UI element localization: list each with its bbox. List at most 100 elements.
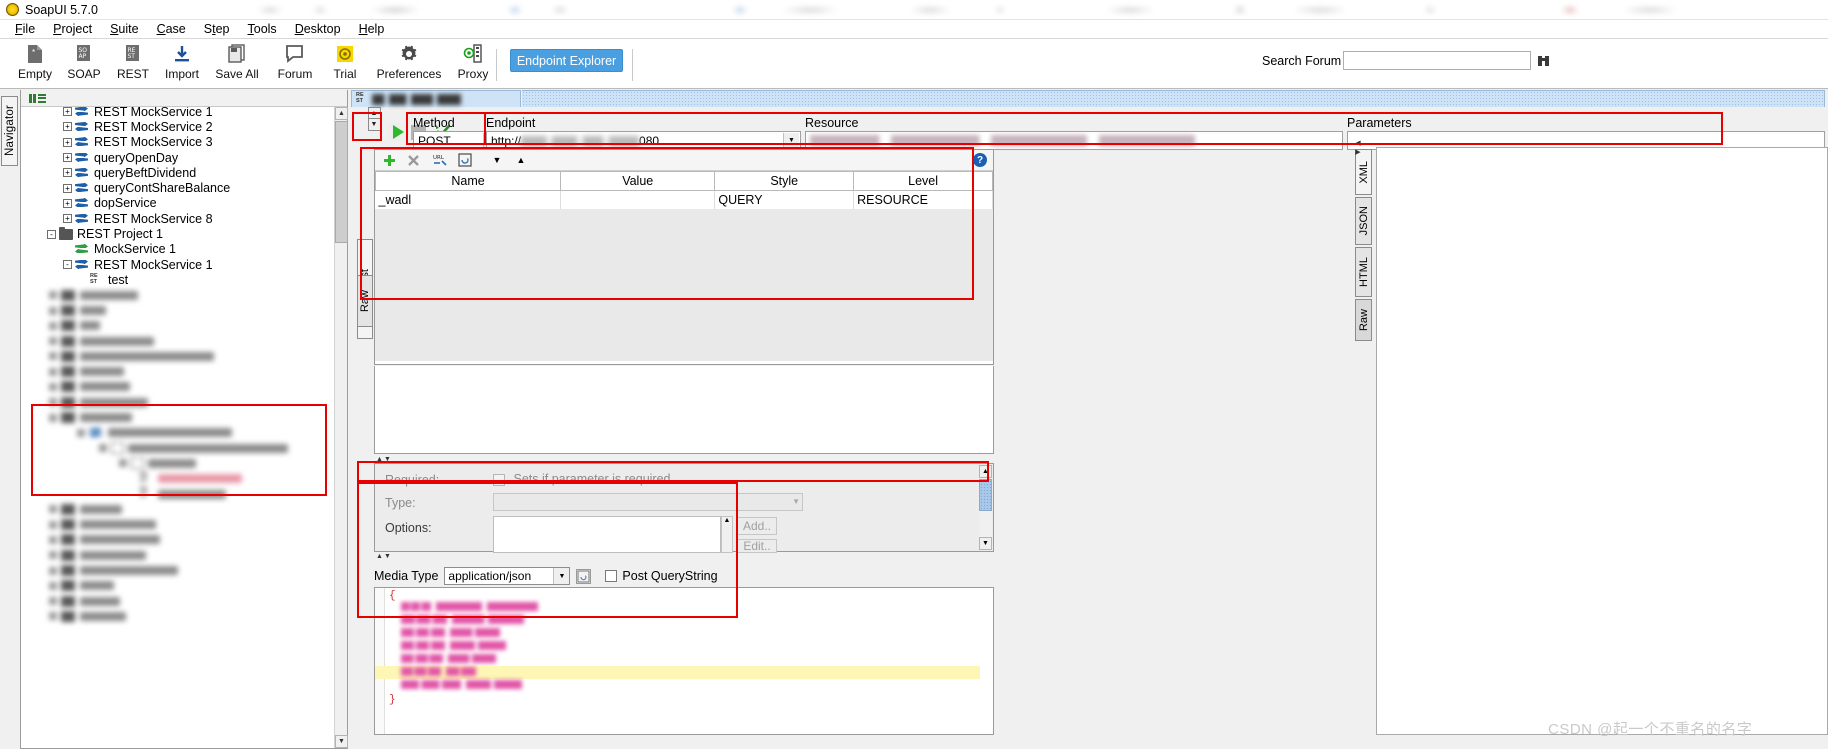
binoculars-icon[interactable] xyxy=(1535,52,1551,69)
tree-item-blurred[interactable] xyxy=(21,609,347,624)
options-edit-button[interactable]: Edit.. xyxy=(737,539,777,553)
tab-raw-request[interactable]: Raw xyxy=(357,275,373,327)
tree-item-blurred-request-2[interactable]: RE ST xyxy=(21,486,347,501)
tree-item-blurred[interactable] xyxy=(21,532,347,547)
resource-input[interactable] xyxy=(805,131,1343,150)
type-select[interactable]: ▼ xyxy=(493,493,803,511)
expander-plus-icon[interactable]: + xyxy=(63,137,72,147)
chevron-up-icon[interactable]: ▲ xyxy=(367,107,381,119)
tree-item-blurred[interactable] xyxy=(21,364,347,379)
chevron-down-icon[interactable]: ▼ xyxy=(335,735,348,748)
tree-item-blurred[interactable] xyxy=(21,502,347,517)
tree-item-blurred[interactable] xyxy=(21,349,347,364)
parameters-table[interactable]: Name Value Style Level _wadl QUERY RESOU… xyxy=(374,171,993,209)
column-header-name[interactable]: Name xyxy=(374,171,562,191)
tree-item-blurred[interactable] xyxy=(21,548,347,563)
tree-item-blurred[interactable] xyxy=(21,318,347,333)
chevron-down-icon[interactable]: ▼ xyxy=(553,568,570,584)
menu-step[interactable]: Step xyxy=(195,21,239,37)
options-list[interactable] xyxy=(493,516,721,553)
menu-suite[interactable]: Suite xyxy=(101,21,148,37)
tree-item-blurred[interactable] xyxy=(21,288,347,303)
expander-plus-icon[interactable]: + xyxy=(63,183,72,193)
chevron-down-icon[interactable]: ▼ xyxy=(367,119,381,131)
move-down-icon[interactable]: ▼ xyxy=(489,152,505,168)
add-parameter-icon[interactable] xyxy=(381,152,397,168)
expander-plus-icon[interactable]: + xyxy=(63,198,72,208)
chevron-up-icon[interactable]: ▲ xyxy=(376,553,383,560)
cell-param-name[interactable]: _wadl xyxy=(375,190,562,209)
tree-item-blurred[interactable] xyxy=(21,303,347,318)
chevron-down-icon[interactable]: ▼ xyxy=(783,133,799,148)
menu-desktop[interactable]: Desktop xyxy=(286,21,350,37)
media-type-select[interactable]: application/json ▼ xyxy=(444,567,571,585)
expander-plus-icon[interactable]: + xyxy=(63,168,72,178)
cell-param-style[interactable]: QUERY xyxy=(714,190,855,209)
tree-item-rest-mockservice-2[interactable]: + REST MockService 2 xyxy=(21,119,347,134)
tree-item-blurred-selected[interactable] xyxy=(21,410,347,425)
tree-item-rest-mockservice-3[interactable]: + REST MockService 3 xyxy=(21,135,347,150)
menu-help[interactable]: Help xyxy=(350,21,394,37)
response-pane[interactable] xyxy=(1376,147,1828,735)
toolbar-button-trial[interactable]: Trial xyxy=(315,42,375,86)
expander-minus-icon[interactable]: - xyxy=(47,229,56,239)
project-tree[interactable]: + REST MockService 1 + REST MockService … xyxy=(21,107,347,748)
splitter-controls-2[interactable]: ▲ ▼ xyxy=(376,552,391,561)
tree-item-blurred[interactable] xyxy=(21,563,347,578)
help-icon[interactable]: ? xyxy=(973,153,987,167)
post-querystring-checkbox[interactable] xyxy=(605,570,618,582)
tab-html[interactable]: HTML xyxy=(1355,247,1372,297)
search-forum-input[interactable] xyxy=(1343,51,1531,70)
table-row[interactable]: _wadl QUERY RESOURCE xyxy=(375,190,993,209)
tree-item-rest-mockservice-1-top[interactable]: + REST MockService 1 xyxy=(21,107,347,119)
toolbar-button-proxy[interactable]: Proxy xyxy=(443,42,503,86)
remove-parameter-icon[interactable] xyxy=(405,152,421,168)
endpoint-explorer-button[interactable]: Endpoint Explorer xyxy=(510,49,623,72)
properties-scrollbar[interactable]: ▲ ▼ xyxy=(979,465,992,550)
properties-list-icon[interactable] xyxy=(29,93,46,103)
tree-item-blurred[interactable] xyxy=(21,578,347,593)
options-add-button[interactable]: Add.. xyxy=(737,517,777,535)
tree-item-dopservice[interactable]: + dopService xyxy=(21,196,347,211)
tree-item-rest-project-1[interactable]: - REST Project 1 xyxy=(21,226,347,241)
expander-minus-icon[interactable]: - xyxy=(63,260,72,270)
panel-collapse-controls[interactable]: ▲ ▼ xyxy=(367,107,381,131)
chevron-up-icon[interactable]: ▲ xyxy=(376,456,383,463)
expander-plus-icon[interactable]: + xyxy=(63,122,72,132)
column-header-value[interactable]: Value xyxy=(560,171,716,191)
endpoint-select[interactable]: http:// 080 ▼ xyxy=(486,131,801,150)
tree-item-mockservice-1[interactable]: MockService 1 xyxy=(21,242,347,257)
tree-item-blurred[interactable] xyxy=(21,517,347,532)
options-scrollbar[interactable]: ▲ xyxy=(721,516,733,553)
tree-item-blurred[interactable] xyxy=(21,594,347,609)
navigator-tab[interactable]: Navigator xyxy=(1,96,18,166)
tab-json[interactable]: JSON xyxy=(1355,197,1372,245)
tree-item-blurred-resource[interactable] xyxy=(21,441,347,456)
expander-plus-icon[interactable]: + xyxy=(63,153,72,163)
column-header-level[interactable]: Level xyxy=(853,171,993,191)
cell-param-value[interactable] xyxy=(560,190,716,209)
tree-item-test[interactable]: RE ST test xyxy=(21,272,347,287)
expander-plus-icon[interactable]: + xyxy=(63,107,72,117)
chevron-right-icon[interactable]: ◀ xyxy=(1355,139,1360,147)
tree-item-querycontsharebalance[interactable]: + queryContShareBalance xyxy=(21,180,347,195)
chevron-down-icon[interactable]: ▼ xyxy=(384,456,391,463)
menu-tools[interactable]: Tools xyxy=(239,21,286,37)
post-querystring-row[interactable]: Post QueryString xyxy=(605,569,718,583)
url-encode-icon[interactable]: URL xyxy=(433,152,449,168)
move-up-icon[interactable]: ▲ xyxy=(513,152,529,168)
chevron-up-icon[interactable]: ▲ xyxy=(335,107,348,120)
tree-item-rest-mockservice-8[interactable]: + REST MockService 8 xyxy=(21,211,347,226)
tree-item-querybeftdividend[interactable]: + queryBeftDividend xyxy=(21,165,347,180)
attachment-icon[interactable] xyxy=(576,568,592,584)
navigator-scrollbar[interactable]: ▲ ▼ xyxy=(334,107,348,748)
tree-item-blurred-request-1[interactable]: RE ST xyxy=(21,471,347,486)
scrollbar-thumb[interactable] xyxy=(335,121,348,243)
request-body-editor[interactable]: { } xyxy=(374,587,994,735)
menu-file[interactable]: FFileile xyxy=(6,21,44,37)
required-checkbox[interactable] xyxy=(493,473,505,486)
chevron-down-icon[interactable]: ▼ xyxy=(384,553,391,560)
response-splitter-controls[interactable]: ◀ ▶ xyxy=(1353,139,1363,157)
toolbar-button-save-all[interactable]: Save All xyxy=(207,42,267,86)
menu-project[interactable]: Project xyxy=(44,21,101,37)
